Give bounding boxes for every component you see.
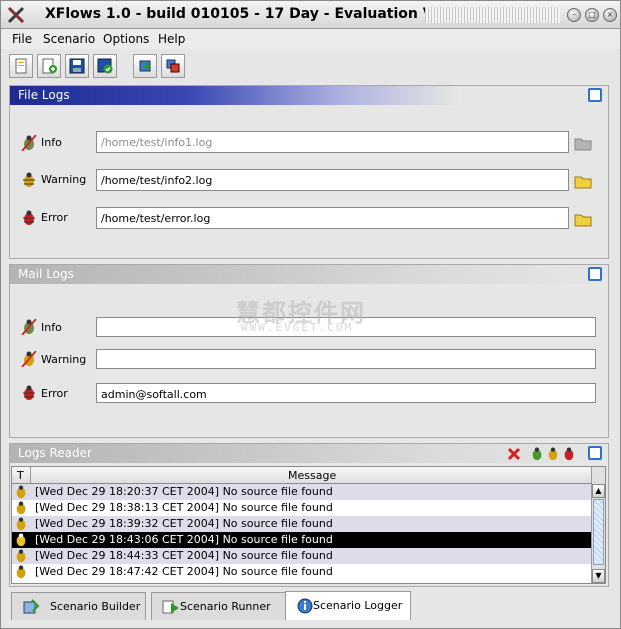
log-message: [Wed Dec 29 18:39:32 CET 2004] No source…: [35, 517, 333, 530]
file-info-path-field: /home/test/info1.log: [96, 131, 569, 153]
table-row[interactable]: [Wed Dec 29 18:44:33 CET 2004] No source…: [12, 548, 592, 564]
file-warning-path-field[interactable]: /home/test/info2.log: [96, 169, 569, 191]
table-row-selected[interactable]: [Wed Dec 29 18:43:06 CET 2004] No source…: [12, 532, 592, 548]
log-message: [Wed Dec 29 18:20:37 CET 2004] No source…: [35, 485, 333, 498]
tab-label: Scenario Logger: [313, 599, 403, 612]
table-row[interactable]: [Wed Dec 29 18:38:13 CET 2004] No source…: [12, 500, 592, 516]
warning-bug-icon: [16, 533, 26, 547]
tab-label: Scenario Builder: [50, 600, 141, 613]
warning-bug-disabled-icon: [21, 351, 37, 367]
panel-maximize-icon[interactable]: [588, 267, 602, 281]
new-document-button[interactable]: [9, 54, 33, 78]
menu-bar: File Scenario Options Help: [1, 29, 620, 49]
column-message-header[interactable]: Message: [288, 469, 336, 482]
file-info-label: Info: [41, 136, 62, 149]
mail-warning-label: Warning: [41, 353, 87, 366]
tab-bar: Scenario Builder Scenario Runner Scenari…: [11, 591, 611, 622]
file-error-path-field[interactable]: /home/test/error.log: [96, 207, 569, 229]
logs-reader-header[interactable]: Logs Reader: [10, 444, 608, 463]
mail-error-field[interactable]: admin@softall.com: [96, 383, 596, 403]
table-row[interactable]: [Wed Dec 29 18:39:32 CET 2004] No source…: [12, 516, 592, 532]
logs-table-header: T Message: [12, 467, 592, 484]
file-logs-header[interactable]: File Logs: [10, 86, 608, 105]
file-error-label: Error: [41, 211, 68, 224]
window-title: XFlows 1.0 - build 010105 - 17 Day - Eva…: [45, 6, 482, 22]
mail-warning-field[interactable]: [96, 349, 596, 369]
error-bug-icon: [23, 210, 35, 225]
app-window: XFlows 1.0 - build 010105 - 17 Day - Eva…: [0, 0, 621, 629]
scroll-down-icon[interactable]: ▼: [592, 569, 605, 583]
menu-options[interactable]: Options: [103, 32, 149, 46]
save-button[interactable]: [65, 54, 89, 78]
panel-maximize-icon[interactable]: [588, 88, 602, 102]
add-document-button[interactable]: [37, 54, 61, 78]
log-message: [Wed Dec 29 18:44:33 CET 2004] No source…: [35, 549, 333, 562]
warning-bug-icon: [23, 172, 35, 187]
log-message: [Wed Dec 29 18:43:06 CET 2004] No source…: [35, 533, 333, 546]
file-logs-panel: File Logs Info /home/test/info1.log Warn…: [9, 85, 609, 259]
maximize-icon[interactable]: □: [585, 8, 599, 22]
scenario-builder-icon: [23, 599, 40, 614]
folder-disabled-icon: [574, 138, 592, 151]
mail-info-label: Info: [41, 321, 62, 334]
file-warning-label: Warning: [41, 173, 87, 186]
import-icon: [139, 60, 151, 72]
menu-file[interactable]: File: [12, 32, 32, 46]
save-check-button[interactable]: [93, 54, 117, 78]
mail-error-label: Error: [41, 387, 68, 400]
scroll-thumb[interactable]: [593, 499, 604, 565]
new-document-icon: [15, 58, 27, 74]
title-bar-grip: [425, 7, 560, 23]
scenario-logger-icon: [297, 598, 313, 614]
column-divider[interactable]: [30, 467, 31, 484]
info-bug-disabled-icon: [21, 135, 37, 151]
logs-table[interactable]: T Message [Wed Dec 29 18:20:37 CET 2004]…: [11, 466, 606, 584]
save-check-icon: [97, 58, 113, 74]
scenario-runner-icon: [162, 600, 179, 614]
log-message: [Wed Dec 29 18:47:42 CET 2004] No source…: [35, 565, 333, 578]
warning-bug-icon: [16, 501, 26, 515]
tab-scenario-logger[interactable]: Scenario Logger: [285, 591, 411, 620]
folder-open-icon[interactable]: [574, 173, 592, 189]
close-icon[interactable]: ×: [603, 8, 617, 22]
filter-info-bug-icon[interactable]: [530, 446, 544, 462]
warning-bug-icon: [16, 565, 26, 579]
folder-open-icon[interactable]: [574, 211, 592, 227]
mail-logs-title: Mail Logs: [18, 267, 74, 281]
log-message: [Wed Dec 29 18:38:13 CET 2004] No source…: [35, 501, 333, 514]
tab-label: Scenario Runner: [180, 600, 271, 613]
menu-scenario[interactable]: Scenario: [43, 32, 95, 46]
add-document-icon: [42, 58, 57, 74]
scroll-up-icon[interactable]: ▲: [592, 484, 605, 498]
menu-help[interactable]: Help: [158, 32, 185, 46]
clear-logs-icon[interactable]: [506, 446, 522, 462]
warning-bug-icon: [16, 517, 26, 531]
table-row[interactable]: [Wed Dec 29 18:47:42 CET 2004] No source…: [12, 564, 592, 580]
warning-bug-icon: [16, 549, 26, 563]
vertical-scrollbar[interactable]: ▲ ▼: [591, 467, 605, 583]
table-row[interactable]: [Wed Dec 29 18:20:37 CET 2004] No source…: [12, 484, 592, 500]
export-icon: [166, 59, 180, 73]
mail-logs-header[interactable]: Mail Logs: [10, 265, 608, 284]
minimize-icon[interactable]: –: [567, 8, 581, 22]
info-bug-disabled-icon: [21, 319, 37, 335]
mail-logs-panel: Mail Logs Info Warning Error admin@softa…: [9, 264, 609, 438]
watermark-url: WWW.EVGET.COM: [241, 321, 354, 334]
filter-warning-bug-icon[interactable]: [546, 446, 560, 462]
import-button[interactable]: [133, 54, 157, 78]
save-icon: [69, 58, 85, 74]
error-bug-icon: [23, 385, 35, 400]
panel-maximize-icon[interactable]: [588, 446, 602, 460]
column-type-header[interactable]: T: [17, 469, 24, 482]
xflows-logo-icon: [7, 6, 25, 24]
title-bar[interactable]: XFlows 1.0 - build 010105 - 17 Day - Eva…: [1, 1, 620, 29]
filter-error-bug-icon[interactable]: [562, 446, 576, 462]
tab-scenario-builder[interactable]: Scenario Builder: [11, 592, 146, 620]
tab-scenario-runner[interactable]: Scenario Runner: [151, 592, 286, 620]
logs-reader-title: Logs Reader: [18, 446, 92, 460]
export-button[interactable]: [161, 54, 185, 78]
warning-bug-icon: [16, 485, 26, 499]
file-logs-title: File Logs: [18, 88, 70, 102]
